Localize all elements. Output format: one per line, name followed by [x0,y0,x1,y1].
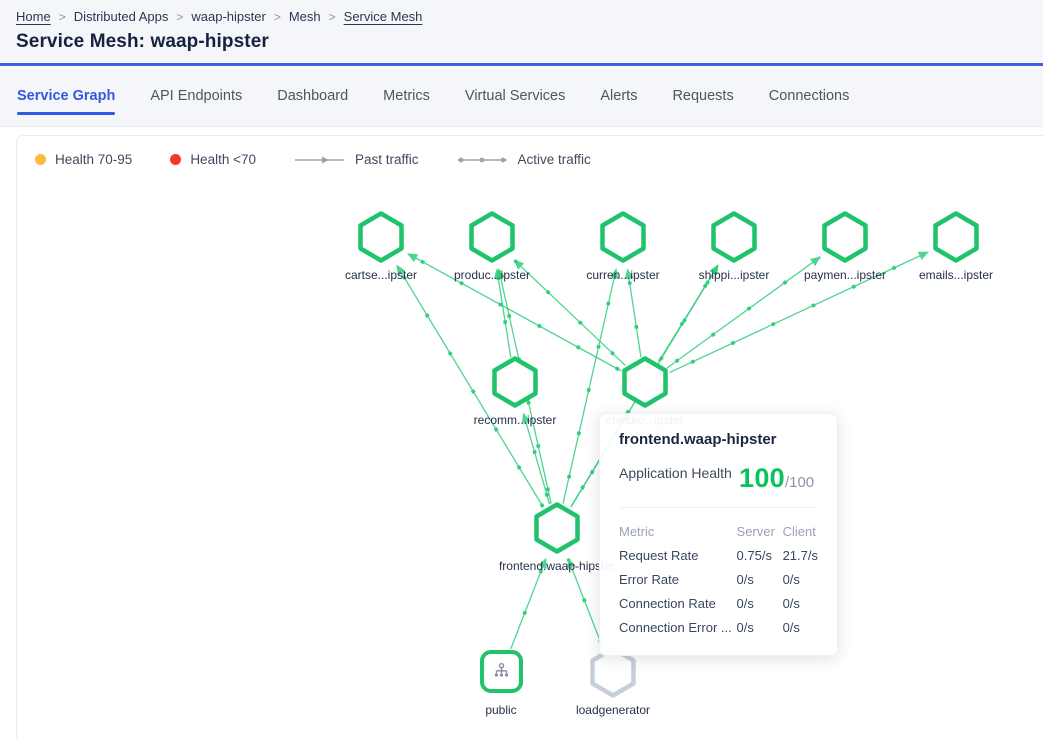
node-currency[interactable]: curren...ipster [568,211,678,282]
tooltip-health-label: Application Health [619,463,739,485]
col-client: Client [783,519,818,543]
hexagon-node-shape [711,211,757,263]
tooltip-title: frontend.waap-hipster [619,431,818,448]
breadcrumb-separator: > [59,10,66,24]
page-header: Home > Distributed Apps > waap-hipster >… [0,0,1043,66]
breadcrumb-waap-hipster[interactable]: waap-hipster [191,9,265,24]
gateway-icon [491,661,512,682]
col-metric: Metric [619,519,737,543]
node-cartservice[interactable]: cartse...ipster [326,211,436,282]
node-label: frontend.waap-hipster [499,559,615,573]
content-area: Health 70-95 Health <70 Past traffic [0,127,1043,738]
tooltip-row-error-rate: Error Rate 0/s 0/s [619,567,818,591]
tab-requests[interactable]: Requests [672,66,733,126]
tooltip-row-connection-rate: Connection Rate 0/s 0/s [619,591,818,615]
tab-dashboard[interactable]: Dashboard [277,66,348,126]
hexagon-node-shape [469,211,515,263]
tab-virtual-services[interactable]: Virtual Services [465,66,565,126]
breadcrumb-mesh[interactable]: Mesh [289,9,321,24]
tab-metrics[interactable]: Metrics [383,66,430,126]
tooltip-health-total: /100 [785,474,814,491]
hexagon-node-shape [622,356,668,408]
node-label: recomm...ipster [474,413,557,427]
node-label: public [485,703,516,717]
node-label: shippi...ipster [699,268,770,282]
node-label: curren...ipster [586,268,659,282]
node-frontend[interactable]: frontend.waap-hipster [502,502,612,573]
breadcrumb: Home > Distributed Apps > waap-hipster >… [16,9,1027,24]
node-label: cartse...ipster [345,268,417,282]
breadcrumb-separator: > [329,10,336,24]
tooltip-table-header: Metric Server Client [619,519,818,543]
tooltip-health-score: 100 [739,463,785,494]
breadcrumb-home[interactable]: Home [16,9,51,24]
hexagon-node-shape [600,211,646,263]
node-shipping[interactable]: shippi...ipster [679,211,789,282]
hexagon-node-shape [358,211,404,263]
page-title: Service Mesh: waap-hipster [16,31,1027,53]
node-label: produc...ipster [454,268,530,282]
tooltip-row-connection-error-rate: Connection Error ... 0/s 0/s [619,615,818,639]
node-email[interactable]: emails...ipster [901,211,1011,282]
tooltip-row-request-rate: Request Rate 0.75/s 21.7/s [619,543,818,567]
tab-connections[interactable]: Connections [769,66,850,126]
breadcrumb-separator: > [176,10,183,24]
node-public[interactable]: public [446,646,556,717]
node-tooltip: frontend.waap-hipster Application Health… [599,413,838,656]
tab-bar: Service Graph API Endpoints Dashboard Me… [0,66,1043,127]
node-label: paymen...ipster [804,268,886,282]
tab-service-graph[interactable]: Service Graph [17,66,115,126]
breadcrumb-distributed-apps[interactable]: Distributed Apps [74,9,169,24]
node-label: loadgenerator [576,703,650,717]
hexagon-node-shape [492,356,538,408]
tooltip-metrics-table: Metric Server Client Request Rate 0.75/s… [619,519,818,639]
node-payment[interactable]: paymen...ipster [790,211,900,282]
node-label: emails...ipster [919,268,993,282]
hexagon-node-shape [933,211,979,263]
tab-api-endpoints[interactable]: API Endpoints [150,66,242,126]
node-loadgenerator[interactable]: loadgenerator [558,646,668,717]
breadcrumb-separator: > [274,10,281,24]
hexagon-node-shape [534,502,580,554]
node-productcatalog[interactable]: produc...ipster [437,211,547,282]
node-recommendation[interactable]: recomm...ipster [460,356,570,427]
gateway-node-shape [480,650,523,693]
col-server: Server [737,519,783,543]
service-graph-panel: Health 70-95 Health <70 Past traffic [16,135,1043,738]
tooltip-divider [619,507,818,508]
tab-alerts[interactable]: Alerts [600,66,637,126]
hexagon-node-shape [822,211,868,263]
service-graph-canvas[interactable]: cartse...ipster produc...ipster curren...i… [17,136,1043,738]
breadcrumb-service-mesh[interactable]: Service Mesh [344,9,423,24]
